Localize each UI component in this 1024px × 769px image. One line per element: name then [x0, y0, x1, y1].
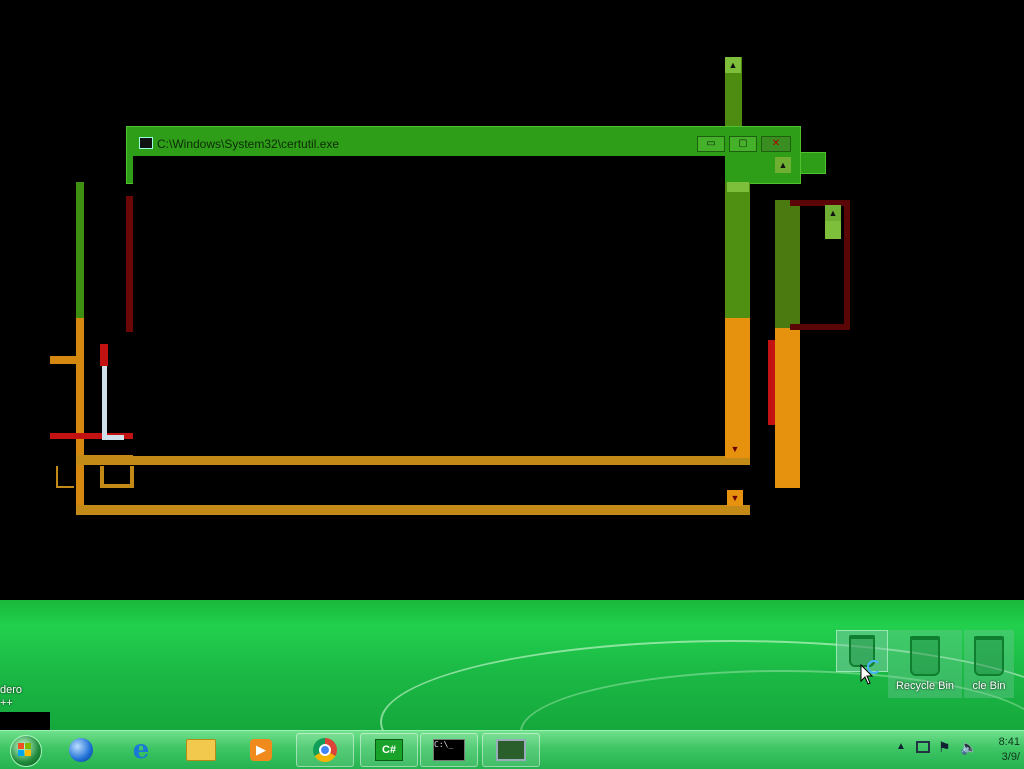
explorer-globe-icon: [69, 738, 93, 762]
ghost-frame-white-h: [102, 435, 124, 440]
media-player-icon: ▶: [250, 739, 272, 761]
ghost-frame-red-small: [100, 344, 108, 366]
taskbar-button-windows-explorer[interactable]: [52, 733, 110, 767]
ghost-frame-bottom-orange-2: [76, 505, 750, 515]
clock-date: 3/9/: [1001, 751, 1020, 763]
desktop-wallpaper[interactable]: dero ++ Recycle Bin cle Bin: [0, 600, 1024, 730]
console-scrollbar-track-bottom[interactable]: [725, 318, 750, 458]
ghost-frame-bottom-orange: [76, 455, 750, 465]
console-window-icon: [139, 137, 153, 149]
ghost-frame-left-green: [76, 182, 84, 318]
ghost-title-right: [800, 152, 826, 174]
ghost-frame-orange-tab2: [100, 466, 134, 488]
internet-explorer-icon: e: [132, 735, 150, 765]
ghost-frame-left-orange: [76, 318, 84, 514]
ghost-scroll-down-arrow: ▼: [727, 490, 743, 506]
taskbar-button-chrome[interactable]: [296, 733, 354, 767]
console-scroll-down-arrow[interactable]: ▼: [727, 441, 743, 457]
console-scrollbar-track-top[interactable]: [725, 182, 750, 318]
taskbar-button-internet-explorer[interactable]: e: [112, 733, 170, 767]
taskbar-button-media-player[interactable]: ▶: [232, 733, 290, 767]
busy-ring-icon: [867, 660, 881, 674]
desktop-icon-partial-label[interactable]: dero ++: [0, 684, 22, 710]
ghost-scrollbar-right-orange: [775, 328, 800, 488]
ghost-frame-orange-tab: [50, 356, 76, 364]
desktop-icon-recycle-bin-partial[interactable]: cle Bin: [964, 630, 1014, 698]
desktop-black-block: [0, 712, 50, 732]
console-scroll-up-arrow[interactable]: ▲: [775, 157, 791, 173]
folder-icon: [186, 739, 216, 761]
system-tray: ▲ ⚑ 🔈 8:41 3/9/: [884, 731, 1024, 769]
recycle-bin-partial-label: cle Bin: [972, 680, 1006, 692]
system-clock[interactable]: 8:41 3/9/: [999, 735, 1020, 765]
taskbar-button-csharp[interactable]: C#: [360, 733, 418, 767]
desktop-icon-partial-text-1: dero: [0, 684, 23, 696]
console-window-title: C:\Windows\System32\certutil.exe: [157, 137, 340, 151]
start-button[interactable]: [4, 733, 46, 767]
console-scroll-thumb[interactable]: [727, 182, 749, 192]
chrome-icon: [313, 738, 337, 762]
monitor-icon: [496, 739, 526, 761]
maximize-button[interactable]: ▢: [729, 136, 757, 152]
ghost-scrollbar-right-red: [768, 340, 775, 425]
action-center-flag-icon[interactable]: ⚑: [938, 739, 951, 756]
ghost-scroll-arrow-right: ▲: [825, 205, 841, 221]
ghost-frame-white: [102, 366, 107, 438]
csharp-file-icon: C#: [375, 739, 403, 761]
taskbar-button-remote-desktop[interactable]: [482, 733, 540, 767]
windows-flag-icon: [18, 743, 32, 757]
desktop-icon-partial-text-2: ++: [0, 697, 13, 709]
ghost-scroll-up-arrow: ▲: [725, 57, 741, 73]
ghost-frame-right-red: [790, 200, 850, 330]
ghost-frame-orange-tab3: [56, 466, 74, 488]
console-output-area[interactable]: [133, 156, 725, 456]
desktop-icon-recycle-bin[interactable]: Recycle Bin: [888, 630, 962, 698]
network-icon[interactable]: [916, 741, 930, 753]
taskbar-button-command-prompt[interactable]: C:\_: [420, 733, 478, 767]
show-hidden-icons-button[interactable]: ▲: [896, 741, 906, 752]
volume-icon[interactable]: 🔈: [960, 739, 977, 756]
recycle-bin-label: Recycle Bin: [895, 680, 955, 692]
recycle-bin-icon: [910, 636, 940, 676]
ghost-scroll-thumb-right: [825, 221, 841, 239]
close-button[interactable]: ✕: [761, 136, 791, 152]
taskbar-button-file-explorer[interactable]: [172, 733, 230, 767]
taskbar: e ▶ C# C:\_ ▲ ⚑ 🔈 8:41 3/9/: [0, 730, 1024, 769]
minimize-button[interactable]: ▭: [697, 136, 725, 152]
recycle-bin-icon: [974, 636, 1004, 676]
command-prompt-icon: C:\_: [433, 739, 465, 761]
clock-time: 8:41: [998, 736, 1020, 748]
